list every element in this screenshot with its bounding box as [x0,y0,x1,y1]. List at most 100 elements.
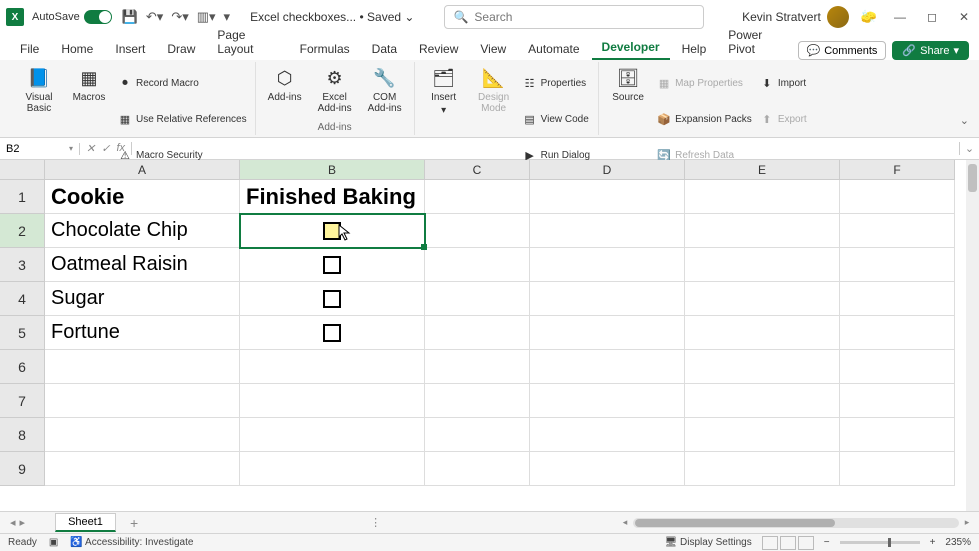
record-macro-button[interactable]: ⏺Record Macro [118,66,247,100]
view-code-button[interactable]: ▤View Code [523,102,590,136]
cell-d3[interactable] [530,248,685,282]
cell-c7[interactable] [425,384,530,418]
accessibility-status[interactable]: ♿ Accessibility: Investigate [70,537,193,548]
cell-f4[interactable] [840,282,955,316]
col-header-e[interactable]: E [685,160,840,180]
cell-a8[interactable] [45,418,240,452]
expand-formula-bar-icon[interactable]: ⌄ [959,142,979,155]
cell-f2[interactable] [840,214,955,248]
tab-insert[interactable]: Insert [105,38,155,60]
design-mode-button[interactable]: 📐Design Mode [473,66,515,114]
zoom-out-button[interactable]: − [824,537,830,548]
cell-e5[interactable] [685,316,840,350]
col-header-f[interactable]: F [840,160,955,180]
cancel-formula-icon[interactable]: ✕ [86,142,95,155]
insert-control-button[interactable]: 🗂Insert▾ [423,66,465,116]
cell-b3[interactable] [240,248,425,282]
cell-c4[interactable] [425,282,530,316]
checkbox-b5[interactable] [323,324,341,342]
col-header-b[interactable]: B [240,160,425,180]
cell-b8[interactable] [240,418,425,452]
cell-f5[interactable] [840,316,955,350]
view-normal-icon[interactable] [762,536,778,550]
tab-power-pivot[interactable]: Power Pivot [718,24,795,60]
view-page-break-icon[interactable] [798,536,814,550]
add-sheet-button[interactable]: + [130,515,138,531]
cell-f3[interactable] [840,248,955,282]
tab-data[interactable]: Data [362,38,407,60]
cell-d9[interactable] [530,452,685,486]
qat-more-icon[interactable]: ▥▾ [197,9,216,25]
col-header-c[interactable]: C [425,160,530,180]
cell-d8[interactable] [530,418,685,452]
cell-d6[interactable] [530,350,685,384]
cell-c6[interactable] [425,350,530,384]
cell-c8[interactable] [425,418,530,452]
cell-a3[interactable]: Oatmeal Raisin [45,248,240,282]
fill-handle[interactable] [421,244,427,250]
cell-e4[interactable] [685,282,840,316]
use-relative-refs-button[interactable]: ▦Use Relative References [118,102,247,136]
cell-d4[interactable] [530,282,685,316]
cell-b7[interactable] [240,384,425,418]
qat-overflow-icon[interactable]: ▾ [224,9,231,25]
tab-help[interactable]: Help [672,38,717,60]
cell-b5[interactable] [240,316,425,350]
import-button[interactable]: ⬇Import [760,66,807,100]
expansion-packs-button[interactable]: 📦Expansion Packs [657,102,752,136]
zoom-level[interactable]: 235% [945,537,971,548]
name-box[interactable]: B2▾ [0,143,80,155]
tab-formulas[interactable]: Formulas [290,38,360,60]
cell-d1[interactable] [530,180,685,214]
cell-a7[interactable] [45,384,240,418]
cell-f7[interactable] [840,384,955,418]
cell-d2[interactable] [530,214,685,248]
cell-c9[interactable] [425,452,530,486]
tab-draw[interactable]: Draw [157,38,205,60]
row-header-3[interactable]: 3 [0,248,45,282]
tab-home[interactable]: Home [51,38,103,60]
view-page-layout-icon[interactable] [780,536,796,550]
cell-e2[interactable] [685,214,840,248]
col-header-d[interactable]: D [530,160,685,180]
checkbox-b2[interactable] [323,222,341,240]
cell-e1[interactable] [685,180,840,214]
cell-f8[interactable] [840,418,955,452]
cell-a6[interactable] [45,350,240,384]
scroll-left-icon[interactable]: ◂ [619,517,631,528]
cell-a9[interactable] [45,452,240,486]
comments-button[interactable]: 💬 Comments [798,41,887,60]
tab-file[interactable]: File [10,38,49,60]
row-header-1[interactable]: 1 [0,180,45,214]
cell-f1[interactable] [840,180,955,214]
cell-b4[interactable] [240,282,425,316]
cell-a2[interactable]: Chocolate Chip [45,214,240,248]
cell-e3[interactable] [685,248,840,282]
save-icon[interactable]: 💾 [122,9,138,25]
row-header-6[interactable]: 6 [0,350,45,384]
display-settings-button[interactable]: 🖥 Display Settings [665,537,752,548]
cell-b2[interactable] [240,214,425,248]
cell-a4[interactable]: Sugar [45,282,240,316]
scroll-right-icon[interactable]: ▸ [961,517,973,528]
tab-automate[interactable]: Automate [518,38,589,60]
sheet-nav-next-icon[interactable]: ▸ [20,516,26,529]
maximize-icon[interactable]: ◻ [923,10,941,24]
undo-icon[interactable]: ↶▾ [146,9,163,25]
cell-b6[interactable] [240,350,425,384]
cell-c3[interactable] [425,248,530,282]
tab-review[interactable]: Review [409,38,468,60]
addins-button[interactable]: ⬡Add-ins [264,66,306,103]
cell-d5[interactable] [530,316,685,350]
hscroll-thumb[interactable] [635,519,835,527]
minimize-icon[interactable]: — [891,10,909,24]
row-header-9[interactable]: 9 [0,452,45,486]
horizontal-scrollbar[interactable]: ◂ ▸ [619,517,979,529]
sheet-tab-sheet1[interactable]: Sheet1 [55,513,116,532]
com-addins-button[interactable]: 🔧COM Add-ins [364,66,406,114]
collapse-ribbon-icon[interactable]: ⌄ [960,114,969,127]
redo-icon[interactable]: ↷▾ [171,9,188,25]
autosave-toggle[interactable]: AutoSave [32,10,112,24]
cell-a5[interactable]: Fortune [45,316,240,350]
cell-a1[interactable]: Cookie [45,180,240,214]
